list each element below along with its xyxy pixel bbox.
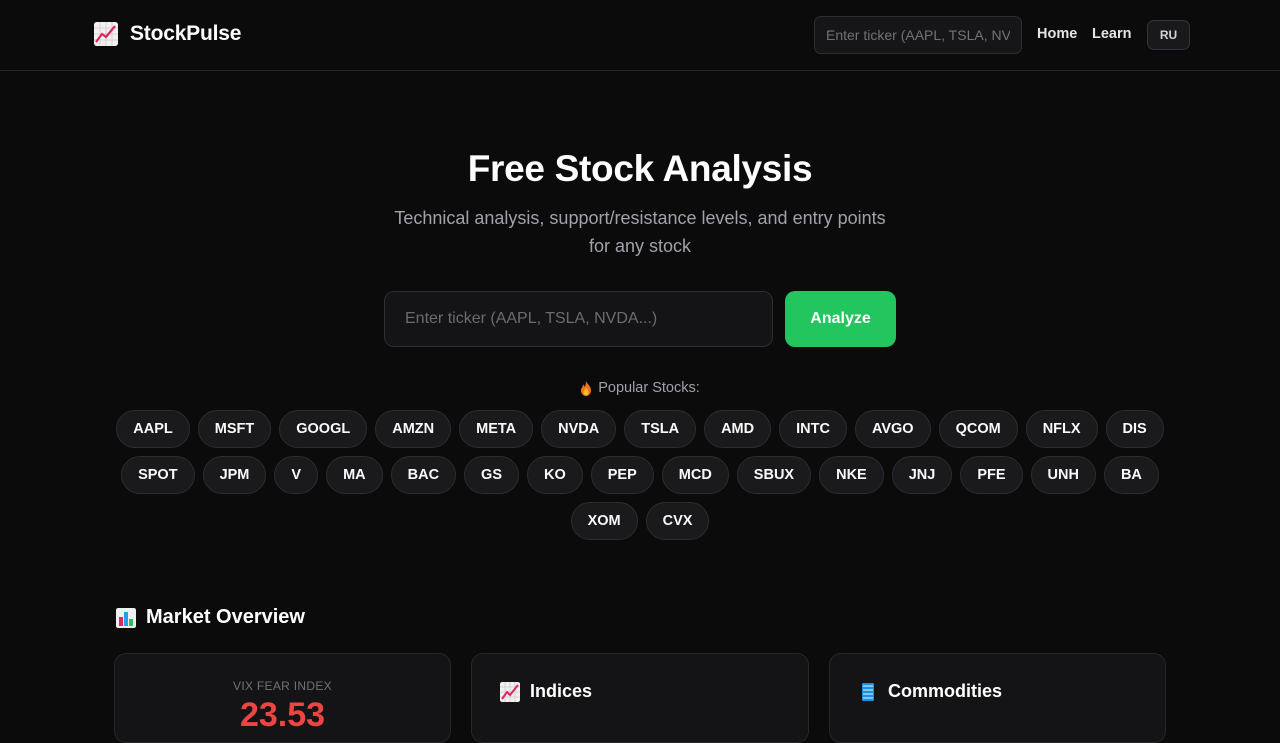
commodities-card: Commodities	[829, 653, 1166, 743]
top-header: StockPulse Home Learn RU	[0, 0, 1280, 71]
ticker-chip-meta[interactable]: META	[459, 410, 534, 448]
ticker-chip-jpm[interactable]: JPM	[202, 456, 267, 494]
ticker-chip-avgo[interactable]: AVGO	[854, 410, 931, 448]
ticker-chip-spot[interactable]: SPOT	[121, 456, 195, 494]
chart-increasing-icon	[500, 681, 520, 702]
language-toggle-button[interactable]: RU	[1147, 20, 1190, 50]
ticker-chip-googl[interactable]: GOOGL	[279, 410, 368, 448]
ticker-chip-dis[interactable]: DIS	[1105, 410, 1164, 448]
nav-learn-link[interactable]: Learn	[1092, 26, 1132, 42]
market-overview-title: Market Overview	[146, 606, 305, 628]
ticker-chip-mcd[interactable]: MCD	[661, 456, 729, 494]
ticker-chip-msft[interactable]: MSFT	[197, 410, 272, 448]
ticker-chip-intc[interactable]: INTC	[779, 410, 847, 448]
ticker-chip-nvda[interactable]: NVDA	[541, 410, 617, 448]
ticker-chip-pfe[interactable]: PFE	[960, 456, 1023, 494]
chart-increasing-icon	[94, 22, 118, 46]
ticker-chip-ko[interactable]: KO	[527, 456, 583, 494]
ticker-chip-nflx[interactable]: NFLX	[1025, 410, 1098, 448]
ticker-chip-gs[interactable]: GS	[464, 456, 519, 494]
vix-label: VIX FEAR INDEX	[233, 679, 332, 693]
hero-title: Free Stock Analysis	[467, 148, 813, 189]
ticker-chip-sbux[interactable]: SBUX	[736, 456, 812, 494]
ticker-chip-bac[interactable]: BAC	[390, 456, 457, 494]
ticker-chip-ma[interactable]: MA	[326, 456, 383, 494]
vix-card: VIX FEAR INDEX 23.53	[114, 653, 451, 743]
indices-heading: Indices	[500, 681, 592, 702]
ticker-chip-aapl[interactable]: AAPL	[116, 410, 190, 448]
vix-value: 23.53	[239, 696, 326, 734]
analyze-button[interactable]: Analyze	[785, 291, 896, 347]
indices-card: Indices	[471, 653, 809, 743]
ticker-chip-ba[interactable]: BA	[1103, 456, 1159, 494]
ticker-chip-tsla[interactable]: TSLA	[624, 410, 697, 448]
ticker-chip-amzn[interactable]: AMZN	[375, 410, 452, 448]
bar-chart-icon	[116, 607, 136, 628]
ticker-chip-jnj[interactable]: JNJ	[891, 456, 953, 494]
ticker-chip-pep[interactable]: PEP	[590, 456, 654, 494]
ticker-search-input[interactable]	[384, 291, 773, 347]
market-overview-heading: Market Overview	[116, 606, 305, 629]
commodities-title: Commodities	[888, 681, 1003, 701]
ledger-icon	[858, 682, 878, 702]
commodities-heading: Commodities	[858, 681, 1002, 702]
ticker-chip-xom[interactable]: XOM	[570, 502, 638, 540]
ticker-chip-qcom[interactable]: QCOM	[938, 410, 1018, 448]
brand-name: StockPulse	[130, 22, 242, 45]
ticker-chip-unh[interactable]: UNH	[1030, 456, 1096, 494]
hero-subtitle: Technical analysis, support/resistance l…	[394, 208, 886, 256]
indices-title: Indices	[530, 681, 593, 701]
nav-home-link[interactable]: Home	[1037, 26, 1077, 42]
brand-logo[interactable]: StockPulse	[94, 22, 241, 46]
popular-stocks-list: AAPL MSFT GOOGL AMZN META NVDA TSLA AMD INTC AVGO…	[110, 410, 1170, 540]
ticker-chip-cvx[interactable]: CVX	[645, 502, 710, 540]
popular-stocks-label: Popular Stocks:	[0, 380, 1280, 396]
fire-icon	[580, 380, 592, 396]
ticker-chip-v[interactable]: V	[274, 456, 319, 494]
header-search-input[interactable]	[814, 16, 1022, 54]
popular-stocks-text: Popular Stocks:	[598, 380, 700, 396]
ticker-chip-amd[interactable]: AMD	[704, 410, 772, 448]
ticker-chip-nke[interactable]: NKE	[819, 456, 884, 494]
